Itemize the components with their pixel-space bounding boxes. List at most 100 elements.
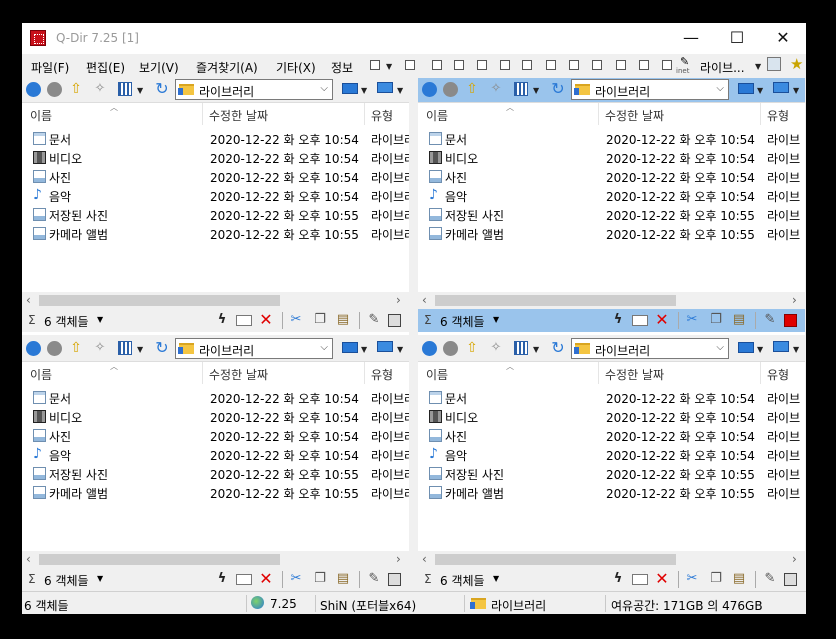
column-divider[interactable] bbox=[202, 362, 203, 384]
list-item[interactable]: 사진 2020-12-22 화 오후 10:54 라이브러 bbox=[22, 167, 409, 186]
back-icon[interactable] bbox=[26, 82, 41, 97]
column-name[interactable]: 이름 bbox=[426, 107, 448, 124]
lightning-icon[interactable]: ϟ bbox=[610, 571, 626, 587]
back-icon[interactable] bbox=[26, 341, 41, 356]
layout-dropdown-icon[interactable]: ▼ bbox=[386, 62, 392, 71]
forward-icon[interactable] bbox=[47, 82, 62, 97]
list-item[interactable]: 비디오 2020-12-22 화 오후 10:54 라이브 bbox=[418, 407, 805, 426]
pc-dropdown-icon[interactable]: ▼ bbox=[793, 86, 799, 95]
scroll-thumb[interactable] bbox=[435, 554, 676, 565]
this-pc-icon[interactable] bbox=[377, 82, 393, 93]
list-item[interactable]: 문서 2020-12-22 화 오후 10:54 라이브러 bbox=[22, 129, 409, 148]
lightning-icon[interactable]: ϟ bbox=[214, 571, 230, 587]
view-mode-dropdown-icon[interactable]: ▼ bbox=[533, 345, 539, 354]
layout-option-3-icon[interactable] bbox=[454, 60, 464, 70]
column-type[interactable]: 유형 bbox=[767, 107, 789, 124]
scroll-thumb[interactable] bbox=[39, 554, 280, 565]
up-folder-icon[interactable]: ⇧ bbox=[68, 81, 84, 97]
layout-option-12-icon[interactable] bbox=[662, 60, 672, 70]
list-item[interactable]: 비디오 2020-12-22 화 오후 10:54 라이브러 bbox=[22, 407, 409, 426]
scroll-left-icon[interactable]: ‹ bbox=[26, 293, 31, 307]
count-dropdown-icon[interactable]: ▼ bbox=[97, 315, 103, 324]
column-divider[interactable] bbox=[760, 362, 761, 384]
menu-info[interactable]: 정보 bbox=[331, 59, 353, 76]
desktop-dropdown-icon[interactable]: ▼ bbox=[361, 86, 367, 95]
paste-icon[interactable]: ▤ bbox=[335, 312, 351, 328]
list-item[interactable]: 저장된 사진 2020-12-22 화 오후 10:55 라이브 bbox=[418, 205, 805, 224]
mail-icon[interactable] bbox=[632, 574, 648, 585]
column-type[interactable]: 유형 bbox=[371, 366, 393, 383]
menu-view[interactable]: 보기(V) bbox=[139, 59, 179, 76]
properties-icon[interactable]: ✎ bbox=[366, 571, 382, 587]
count-dropdown-icon[interactable]: ▼ bbox=[493, 574, 499, 583]
favorites-star-icon[interactable]: ★ bbox=[790, 55, 803, 73]
list-item[interactable]: 문서 2020-12-22 화 오후 10:54 라이브 bbox=[418, 388, 805, 407]
list-item[interactable]: 카메라 앨범 2020-12-22 화 오후 10:55 라이브러 bbox=[22, 224, 409, 243]
pane-select-icon[interactable] bbox=[388, 573, 401, 586]
list-item[interactable]: 카메라 앨범 2020-12-22 화 오후 10:55 라이브러 bbox=[22, 483, 409, 502]
column-name[interactable]: 이름 bbox=[30, 107, 52, 124]
mail-icon[interactable] bbox=[236, 315, 252, 326]
this-pc-icon[interactable] bbox=[773, 82, 789, 93]
column-modified[interactable]: 수정한 날짜 bbox=[209, 107, 268, 124]
scroll-right-icon[interactable]: › bbox=[792, 293, 797, 307]
refresh-icon[interactable]: ↻ bbox=[550, 339, 566, 357]
quick-link-icon[interactable]: ✧ bbox=[92, 81, 108, 97]
layout-option-6-icon[interactable] bbox=[522, 60, 532, 70]
menu-favorites[interactable]: 즐겨찾기(A) bbox=[196, 59, 258, 76]
address-box[interactable]: 라이브러리 ⌵ bbox=[571, 79, 729, 100]
list-item[interactable]: 비디오 2020-12-22 화 오후 10:54 라이브 bbox=[418, 148, 805, 167]
address-box[interactable]: 라이브러리 ⌵ bbox=[571, 338, 729, 359]
view-mode-icon[interactable] bbox=[118, 82, 132, 96]
count-dropdown-icon[interactable]: ▼ bbox=[493, 315, 499, 324]
properties-icon[interactable]: ✎ bbox=[762, 312, 778, 328]
column-modified[interactable]: 수정한 날짜 bbox=[209, 366, 268, 383]
object-count[interactable]: 6 객체들 bbox=[44, 572, 89, 589]
delete-icon[interactable]: ✕ bbox=[654, 571, 670, 587]
layout-option-11-icon[interactable] bbox=[639, 60, 649, 70]
list-item[interactable]: ♪ 음악 2020-12-22 화 오후 10:54 라이브러 bbox=[22, 186, 409, 205]
copy-icon[interactable]: ❐ bbox=[312, 312, 328, 328]
layout-option-4-icon[interactable] bbox=[477, 60, 487, 70]
paste-icon[interactable]: ▤ bbox=[731, 312, 747, 328]
desktop-icon[interactable] bbox=[342, 342, 358, 353]
view-mode-icon[interactable] bbox=[514, 82, 528, 96]
scroll-right-icon[interactable]: › bbox=[792, 552, 797, 566]
lightning-icon[interactable]: ϟ bbox=[214, 312, 230, 328]
pane-select-icon[interactable] bbox=[784, 314, 797, 327]
column-divider[interactable] bbox=[364, 362, 365, 384]
copy-icon[interactable]: ❐ bbox=[708, 312, 724, 328]
refresh-icon[interactable]: ↻ bbox=[154, 80, 170, 98]
title-bar[interactable]: Q-Dir 7.25 [1] — ☐ ✕ bbox=[22, 23, 806, 54]
list-item[interactable]: 문서 2020-12-22 화 오후 10:54 라이브러 bbox=[22, 388, 409, 407]
q-dir-app-icon[interactable] bbox=[30, 30, 46, 46]
cut-icon[interactable]: ✂ bbox=[288, 312, 304, 328]
horizontal-scrollbar[interactable]: ‹ › bbox=[22, 292, 409, 309]
scroll-right-icon[interactable]: › bbox=[396, 293, 401, 307]
horizontal-scrollbar[interactable]: ‹ › bbox=[418, 551, 805, 568]
properties-icon[interactable]: ✎ bbox=[762, 571, 778, 587]
column-modified[interactable]: 수정한 날짜 bbox=[605, 107, 664, 124]
refresh-icon[interactable]: ↻ bbox=[154, 339, 170, 357]
layout-4-pane-icon[interactable] bbox=[370, 60, 380, 70]
desktop-dropdown-icon[interactable]: ▼ bbox=[361, 345, 367, 354]
column-name[interactable]: 이름 bbox=[30, 366, 52, 383]
quick-link-icon[interactable]: ✧ bbox=[488, 81, 504, 97]
paste-icon[interactable]: ▤ bbox=[335, 571, 351, 587]
copy-icon[interactable]: ❐ bbox=[312, 571, 328, 587]
refresh-icon[interactable]: ↻ bbox=[550, 80, 566, 98]
quick-link-icon[interactable]: ✧ bbox=[92, 340, 108, 356]
scroll-right-icon[interactable]: › bbox=[396, 552, 401, 566]
layout-option-10-icon[interactable] bbox=[616, 60, 626, 70]
view-mode-icon[interactable] bbox=[118, 341, 132, 355]
column-name[interactable]: 이름 bbox=[426, 366, 448, 383]
column-modified[interactable]: 수정한 날짜 bbox=[605, 366, 664, 383]
address-dropdown-icon[interactable]: ⌵ bbox=[716, 342, 724, 353]
maximize-button[interactable]: ☐ bbox=[714, 23, 760, 54]
pc-dropdown-icon[interactable]: ▼ bbox=[397, 86, 403, 95]
list-item[interactable]: 카메라 앨범 2020-12-22 화 오후 10:55 라이브 bbox=[418, 483, 805, 502]
address-dropdown-icon[interactable]: ⌵ bbox=[716, 83, 724, 94]
layout-option-5-icon[interactable] bbox=[500, 60, 510, 70]
scroll-left-icon[interactable]: ‹ bbox=[26, 552, 31, 566]
address-box[interactable]: 라이브러리 ⌵ bbox=[175, 79, 333, 100]
